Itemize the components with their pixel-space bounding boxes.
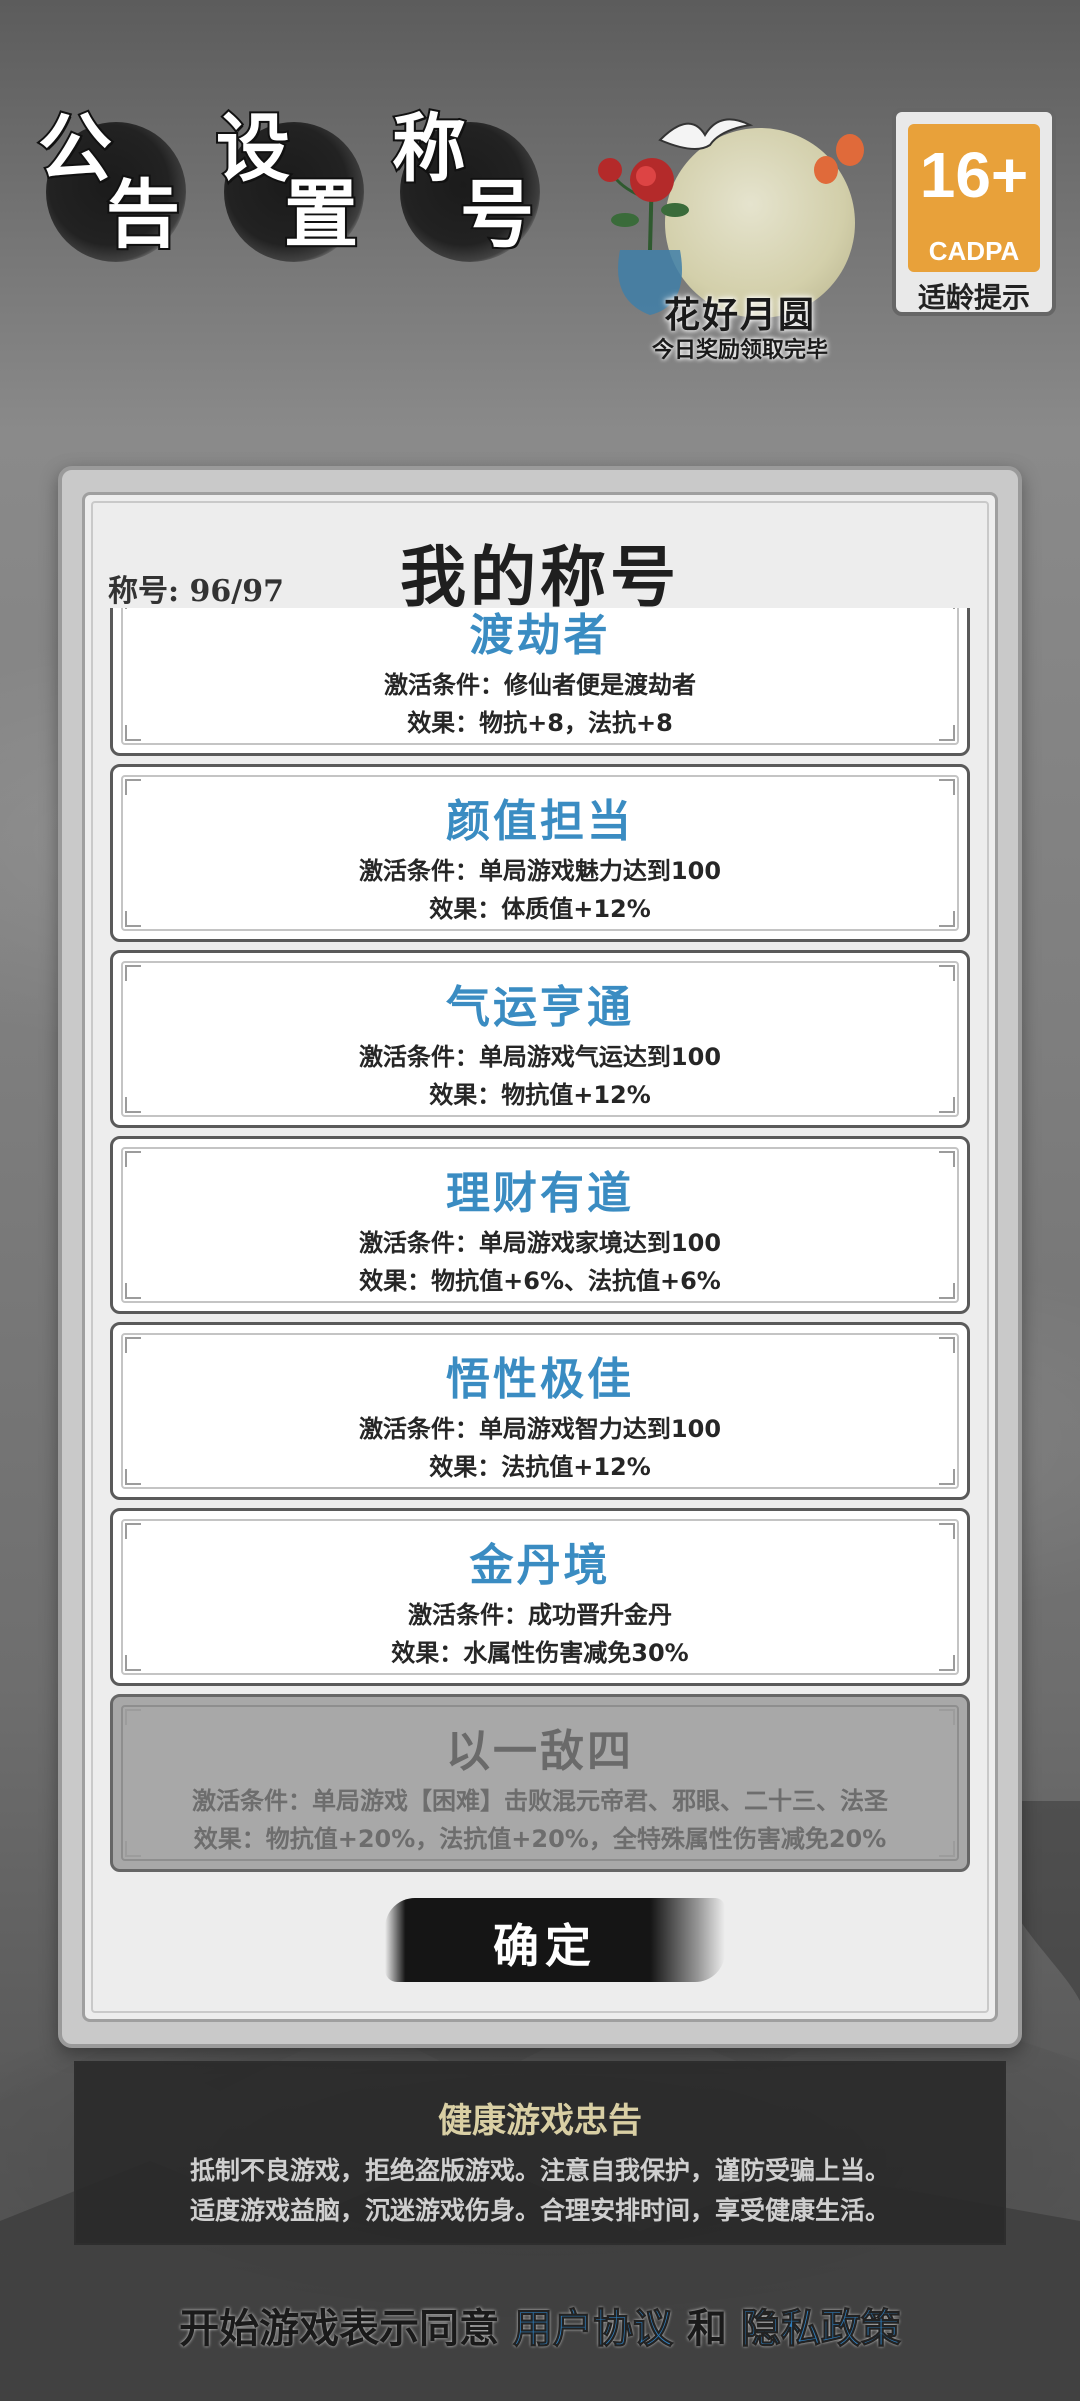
title-effect: 效果：水属性伤害减免30% — [391, 1639, 689, 1667]
title-name: 气运亨通 — [446, 982, 634, 1033]
age-rating-badge[interactable]: 16+ CADPA 适龄提示 — [892, 108, 1056, 316]
title-name: 以一敌四 — [446, 1726, 634, 1777]
title-count: 称号: 96/97 — [108, 574, 284, 609]
title-name: 颜值担当 — [446, 796, 634, 847]
age-rating-panel: 16+ CADPA — [908, 124, 1040, 272]
title-list[interactable]: 渡劫者 激活条件：修仙者便是渡劫者 效果：物抗+8，法抗+8 颜值担当 激活条件… — [110, 608, 972, 1873]
title-card-locked[interactable]: 以一敌四 激活条件：单局游戏【困难】击败混元帝君、邪眼、二十三、法圣 效果：物抗… — [110, 1694, 970, 1872]
title-effect: 效果：物抗值+6%、法抗值+6% — [359, 1267, 721, 1295]
privacy-policy-link[interactable]: 隐私政策 — [740, 2305, 901, 2353]
titles-button[interactable]: 称 号 — [382, 106, 552, 262]
dialog-title: 我的称号 — [400, 538, 680, 616]
user-agreement-link[interactable]: 用户协议 — [513, 2305, 674, 2353]
title-card[interactable]: 气运亨通 激活条件：单局游戏气运达到100 效果：物抗值+12% — [110, 950, 970, 1128]
title-condition: 激活条件：单局游戏智力达到100 — [358, 1415, 722, 1443]
age-rating-org: CADPA — [928, 236, 1020, 266]
title-effect: 效果：法抗值+12% — [429, 1453, 651, 1481]
title-effect: 效果：物抗值+12% — [429, 1081, 651, 1109]
title-condition: 激活条件：单局游戏气运达到100 — [358, 1043, 722, 1071]
title-condition: 激活条件：单局游戏【困难】击败混元帝君、邪眼、二十三、法圣 — [192, 1787, 888, 1815]
title-effect: 效果：物抗值+20%，法抗值+20%，全特殊属性伤害减免20% — [193, 1825, 887, 1853]
announcement-button[interactable]: 公 告 — [28, 106, 198, 262]
mid-autumn-event-button[interactable]: 花好月圆 今日奖励领取完毕 — [570, 100, 880, 365]
settings-char-1: 设 — [214, 106, 292, 192]
crane-illustration — [658, 118, 754, 150]
titles-char-1: 称 — [390, 106, 468, 192]
title-card[interactable]: 渡劫者 激活条件：修仙者便是渡劫者 效果：物抗+8，法抗+8 — [110, 608, 970, 756]
title-card[interactable]: 颜值担当 激活条件：单局游戏魅力达到100 效果：体质值+12% — [110, 764, 970, 942]
title-name: 渡劫者 — [469, 610, 611, 661]
age-rating-number: 16+ — [919, 139, 1029, 211]
title-condition: 激活条件：修仙者便是渡劫者 — [384, 671, 696, 699]
title-name: 理财有道 — [446, 1168, 634, 1219]
title-effect: 效果：体质值+12% — [429, 895, 651, 923]
confirm-button[interactable]: 确定 — [385, 1898, 725, 1982]
title-name: 金丹境 — [469, 1540, 611, 1591]
agreement-prefix: 开始游戏表示同意 — [179, 2305, 500, 2352]
health-notice-title: 健康游戏忠告 — [438, 2101, 642, 2141]
health-notice: 健康游戏忠告 抵制不良游戏，拒绝盗版游戏。注意自我保护，谨防受骗上当。 适度游戏… — [74, 2061, 1006, 2245]
title-card[interactable]: 金丹境 激活条件：成功晋升金丹 效果：水属性伤害减免30% — [110, 1508, 970, 1686]
title-card[interactable]: 理财有道 激活条件：单局游戏家境达到100 效果：物抗值+6%、法抗值+6% — [110, 1136, 970, 1314]
health-notice-line: 适度游戏益脑，沉迷游戏伤身。合理安排时间，享受健康生活。 — [189, 2196, 890, 2225]
health-notice-line: 抵制不良游戏，拒绝盗版游戏。注意自我保护，谨防受骗上当。 — [189, 2156, 890, 2185]
titles-char-2: 号 — [458, 172, 536, 258]
title-effect: 效果：物抗+8，法抗+8 — [407, 709, 673, 737]
age-rating-label: 适龄提示 — [917, 281, 1030, 314]
title-condition: 激活条件：单局游戏家境达到100 — [358, 1229, 722, 1257]
lantern-illustration — [814, 134, 864, 184]
title-name: 悟性极佳 — [446, 1354, 634, 1405]
announcement-char-2: 告 — [104, 172, 182, 258]
title-card[interactable]: 悟性极佳 激活条件：单局游戏智力达到100 效果：法抗值+12% — [110, 1322, 970, 1500]
event-subtitle: 今日奖励领取完毕 — [651, 338, 828, 363]
confirm-label: 确定 — [493, 1919, 597, 1973]
agreement-and: 和 — [686, 2305, 727, 2352]
agreement-text: 开始游戏表示同意 用户协议 和 隐私政策 — [0, 2296, 1080, 2354]
title-condition: 激活条件：单局游戏魅力达到100 — [358, 857, 722, 885]
settings-char-2: 置 — [282, 172, 360, 258]
title-condition: 激活条件：成功晋升金丹 — [408, 1601, 672, 1629]
settings-button[interactable]: 设 置 — [206, 106, 376, 262]
event-title: 花好月圆 — [663, 294, 816, 336]
announcement-char-1: 公 — [36, 106, 114, 192]
